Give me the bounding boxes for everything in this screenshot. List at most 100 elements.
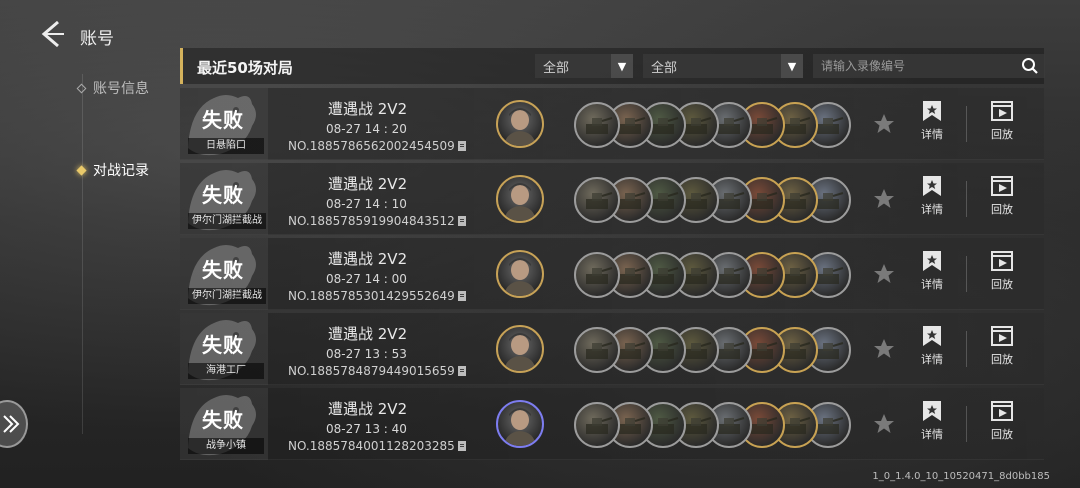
match-time: 08-27 14 : 10 (326, 197, 407, 211)
replay-number-text: NO.1885786562002454509 (288, 139, 455, 153)
star-icon[interactable] (872, 262, 896, 286)
replay-label: 回放 (991, 428, 1013, 441)
copy-icon[interactable] (457, 140, 467, 152)
detail-button[interactable]: 详情 (908, 400, 956, 442)
soldier-portrait-icon (504, 108, 536, 146)
nav-item-label: 账号信息 (93, 81, 149, 97)
detail-button[interactable]: 详情 (908, 100, 956, 142)
soldier-portrait-icon (504, 258, 536, 296)
map-name: 海港工厂 (188, 363, 264, 379)
unit-portrait-icon (586, 417, 613, 434)
replay-label: 回放 (991, 203, 1013, 216)
replay-button[interactable]: 回放 (978, 100, 1026, 142)
star-icon[interactable] (872, 112, 896, 136)
detail-label: 详情 (921, 203, 943, 216)
bookmark-detail-icon (923, 101, 941, 121)
result-text: 失败 (202, 408, 244, 432)
double-chevron-right-icon (3, 415, 20, 433)
game-mode: 遭遇战 2V2 (328, 175, 408, 193)
copy-icon[interactable] (457, 365, 467, 377)
emblem: 失败 海港工厂 (180, 313, 268, 385)
action-divider (966, 406, 967, 442)
game-mode: 遭遇战 2V2 (328, 400, 408, 418)
action-divider (966, 181, 967, 217)
copy-icon[interactable] (457, 215, 467, 227)
expand-side-button[interactable] (0, 400, 28, 448)
match-time: 08-27 14 : 00 (326, 272, 407, 286)
soldier-portrait-icon (504, 183, 536, 221)
film-replay-icon (991, 251, 1013, 271)
game-mode: 遭遇战 2V2 (328, 100, 408, 118)
replay-button[interactable]: 回放 (978, 250, 1026, 292)
bookmark-detail-icon (923, 251, 941, 271)
nav-item-account-info[interactable]: 账号信息 (76, 78, 149, 98)
soldier-portrait-icon (504, 333, 536, 371)
match-row[interactable]: 失败 日悬陷口 遭遇战 2V2 08-27 14 : 20 NO.1885786… (180, 88, 1044, 160)
filter-dropdown-2[interactable]: 全部 ▼ (643, 54, 803, 78)
star-icon[interactable] (872, 337, 896, 361)
detail-label: 详情 (921, 128, 943, 141)
page-title: 账号 (80, 29, 114, 49)
replay-button[interactable]: 回放 (978, 400, 1026, 442)
filter-dropdown-1[interactable]: 全部 ▼ (535, 54, 633, 78)
dropdown-value: 全部 (651, 60, 678, 76)
replay-label: 回放 (991, 128, 1013, 141)
soldier-portrait-icon (504, 408, 536, 446)
detail-button[interactable]: 详情 (908, 325, 956, 367)
back-button[interactable] (38, 18, 68, 50)
unit-portrait-icon (586, 342, 613, 359)
unit-portrait-icon (586, 192, 613, 209)
map-name: 伊尔门湖拦截战 (188, 213, 266, 229)
replay-number-text: NO.1885785919904843512 (288, 214, 455, 228)
copy-icon[interactable] (457, 440, 467, 452)
action-divider (966, 331, 967, 367)
match-row[interactable]: 失败 海港工厂 遭遇战 2V2 08-27 13 : 53 NO.1885784… (180, 313, 1044, 385)
unit-card[interactable] (574, 177, 620, 223)
match-row[interactable]: 失败 战争小镇 遭遇战 2V2 08-27 13 : 40 NO.1885784… (180, 388, 1044, 460)
replay-number: NO.1885786562002454509 (288, 139, 467, 153)
diamond-icon (76, 165, 87, 175)
result-text: 失败 (202, 258, 244, 282)
emblem: 失败 伊尔门湖拦截战 (180, 163, 268, 235)
replay-number: NO.1885785919904843512 (288, 214, 467, 228)
map-name: 日悬陷口 (188, 138, 264, 154)
nav-item-battle-records[interactable]: 对战记录 (76, 160, 149, 180)
search-input[interactable] (813, 54, 1013, 78)
star-icon[interactable] (872, 412, 896, 436)
bookmark-detail-icon (923, 401, 941, 421)
map-name: 伊尔门湖拦截战 (188, 288, 266, 304)
detail-button[interactable]: 详情 (908, 175, 956, 217)
replay-number-text: NO.1885785301429552649 (288, 289, 455, 303)
commander-avatar[interactable] (496, 175, 544, 223)
replay-number: NO.1885784001128203285 (288, 439, 467, 453)
unit-card[interactable] (574, 402, 620, 448)
game-mode: 遭遇战 2V2 (328, 250, 408, 268)
replay-button[interactable]: 回放 (978, 325, 1026, 367)
nav-divider (82, 74, 83, 434)
unit-card[interactable] (574, 252, 620, 298)
unit-card[interactable] (574, 327, 620, 373)
replay-label: 回放 (991, 278, 1013, 291)
search-box (813, 54, 1045, 78)
replay-button[interactable]: 回放 (978, 175, 1026, 217)
film-replay-icon (991, 401, 1013, 421)
copy-icon[interactable] (457, 290, 467, 302)
map-name: 战争小镇 (188, 438, 264, 454)
action-divider (966, 256, 967, 292)
detail-label: 详情 (921, 353, 943, 366)
match-row[interactable]: 失败 伊尔门湖拦截战 遭遇战 2V2 08-27 14 : 00 NO.1885… (180, 238, 1044, 310)
match-row[interactable]: 失败 伊尔门湖拦截战 遭遇战 2V2 08-27 14 : 10 NO.1885… (180, 163, 1044, 235)
commander-avatar[interactable] (496, 100, 544, 148)
commander-avatar[interactable] (496, 325, 544, 373)
unit-card[interactable] (574, 102, 620, 148)
commander-avatar[interactable] (496, 250, 544, 298)
emblem: 失败 伊尔门湖拦截战 (180, 238, 268, 310)
film-replay-icon (991, 176, 1013, 196)
star-icon[interactable] (872, 187, 896, 211)
search-icon[interactable] (1021, 57, 1039, 75)
commander-avatar[interactable] (496, 400, 544, 448)
detail-button[interactable]: 详情 (908, 250, 956, 292)
dropdown-arrow-icon: ▼ (611, 54, 633, 78)
dropdown-arrow-icon: ▼ (781, 54, 803, 78)
film-replay-icon (991, 101, 1013, 121)
